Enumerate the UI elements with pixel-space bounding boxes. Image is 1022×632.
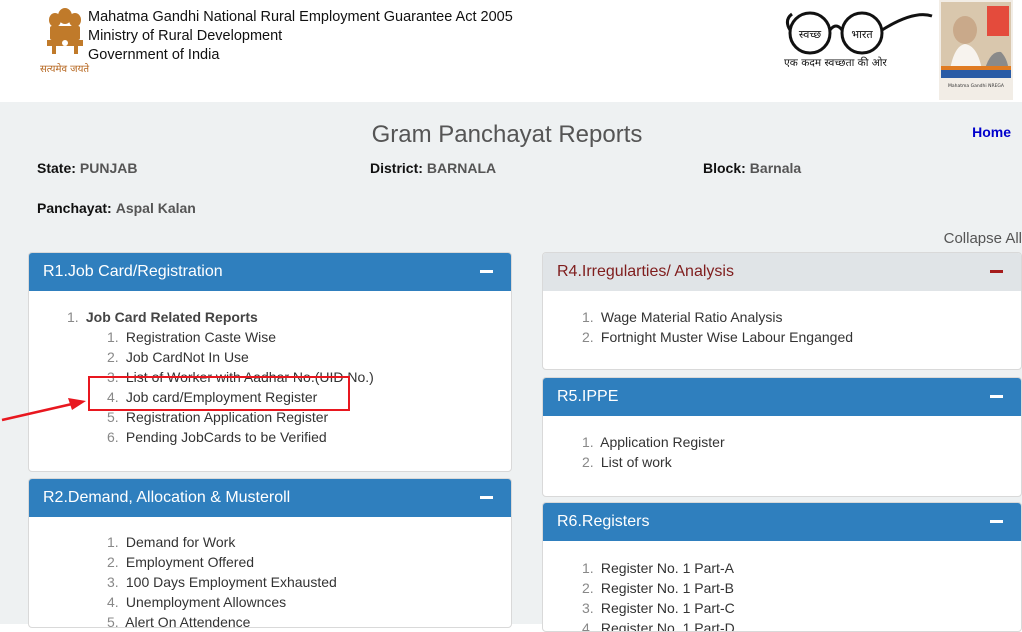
report-link[interactable]: Register No. 1 Part-D	[601, 620, 735, 631]
collapse-all-button[interactable]: Collapse All	[944, 230, 1022, 247]
list-item[interactable]: 1. Demand for Work	[107, 532, 337, 552]
report-link[interactable]: Pending JobCards to be Verified	[126, 429, 327, 445]
ministry-name: Ministry of Rural Development	[88, 28, 283, 44]
list-item[interactable]: 1. Registration Caste Wise	[107, 327, 374, 347]
group-title: Job Card Related Reports	[85, 309, 258, 325]
report-link[interactable]: Alert On Attendence	[125, 614, 250, 627]
collapse-minus-icon[interactable]	[990, 395, 1003, 398]
logo-caption: Mahatma Gandhi NREGA	[948, 83, 1005, 89]
panel-r6-registers: R6.Registers 1. Register No. 1 Part-A 2.…	[542, 502, 1022, 632]
panel-r2-title: R2.Demand, Allocation & Musteroll	[43, 489, 291, 506]
list-item[interactable]: 3. Register No. 1 Part-C	[582, 598, 735, 618]
report-link[interactable]: 100 Days Employment Exhausted	[126, 574, 337, 590]
panel-r4-irregularities: R4.Irregularties/ Analysis 1. Wage Mater…	[542, 252, 1022, 370]
site-header: सत्यमेव जयते Mahatma Gandhi National Rur…	[0, 0, 1022, 102]
panchayat-info: Panchayat: Aspal Kalan	[37, 200, 196, 216]
state-info: State: PUNJAB	[37, 160, 137, 176]
swachh-text: स्वच्छ	[799, 28, 821, 41]
block-label: Block:	[703, 160, 746, 176]
state-label: State:	[37, 160, 76, 176]
panel-r6-title: R6.Registers	[557, 513, 650, 530]
government-name: Government of India	[88, 47, 220, 63]
list-item[interactable]: 1. Wage Material Ratio Analysis	[582, 307, 853, 327]
report-link[interactable]: List of work	[601, 454, 672, 470]
red-arrow-icon	[1, 398, 86, 422]
report-link[interactable]: Application Register	[600, 434, 725, 450]
list-item[interactable]: 6. Pending JobCards to be Verified	[107, 427, 374, 447]
district-value: BARNALA	[426, 160, 497, 176]
panel-r1-job-card: R1.Job Card/Registration 1. Job Card Rel…	[28, 252, 512, 472]
report-link[interactable]: Register No. 1 Part-A	[601, 560, 734, 576]
report-link[interactable]: Employment Offered	[126, 554, 254, 570]
report-link[interactable]: Demand for Work	[126, 534, 235, 550]
report-link[interactable]: Register No. 1 Part-B	[601, 580, 734, 596]
report-link[interactable]: Fortnight Muster Wise Labour Enganged	[601, 329, 853, 345]
panel-r5-header[interactable]: R5.IPPE	[543, 378, 1021, 416]
highlight-box	[88, 376, 350, 411]
r6-report-list: 1. Register No. 1 Part-A 2. Register No.…	[582, 558, 735, 631]
list-item[interactable]: 2. Job CardNot In Use	[107, 347, 374, 367]
report-link[interactable]: Unemployment Allownces	[126, 594, 286, 610]
swachh-caption: एक कदम स्वच्छता की ओर	[784, 57, 887, 69]
report-link[interactable]: Wage Material Ratio Analysis	[601, 309, 783, 325]
list-item[interactable]: 1. Application Register	[582, 432, 725, 452]
report-link[interactable]: Registration Application Register	[126, 409, 328, 425]
collapse-minus-icon[interactable]	[480, 496, 493, 499]
list-item[interactable]: 4. Unemployment Allownces	[107, 592, 337, 612]
mgnrega-logo-icon: Mahatma Gandhi NREGA	[939, 0, 1013, 100]
district-label: District:	[370, 160, 423, 176]
panel-r6-header[interactable]: R6.Registers	[543, 503, 1021, 541]
r2-report-list: 1. Demand for Work 2. Employment Offered…	[107, 532, 337, 627]
list-item[interactable]: 4. Register No. 1 Part-D	[582, 618, 735, 631]
block-info: Block: Barnala	[703, 160, 801, 176]
collapse-minus-icon[interactable]	[990, 270, 1003, 273]
panel-r4-header[interactable]: R4.Irregularties/ Analysis	[543, 253, 1021, 291]
r4-report-list: 1. Wage Material Ratio Analysis 2. Fortn…	[582, 307, 853, 347]
collapse-minus-icon[interactable]	[480, 270, 493, 273]
list-item[interactable]: 3. 100 Days Employment Exhausted	[107, 572, 337, 592]
list-item[interactable]: 2. Employment Offered	[107, 552, 337, 572]
panel-r1-header[interactable]: R1.Job Card/Registration	[29, 253, 511, 291]
act-name: Mahatma Gandhi National Rural Employment…	[88, 9, 513, 25]
panel-r2-demand: R2.Demand, Allocation & Musteroll 1. Dem…	[28, 478, 512, 628]
panchayat-value: Aspal Kalan	[115, 200, 196, 216]
page-title: Gram Panchayat Reports	[371, 121, 643, 148]
home-link[interactable]: Home	[972, 124, 1011, 140]
bharat-text: भारत	[851, 28, 873, 41]
list-item[interactable]: 2. Register No. 1 Part-B	[582, 578, 735, 598]
block-value: Barnala	[749, 160, 802, 176]
state-value: PUNJAB	[79, 160, 138, 176]
panel-r5-title: R5.IPPE	[557, 388, 619, 405]
panchayat-label: Panchayat:	[37, 200, 112, 216]
panel-r5-ippe: R5.IPPE 1. Application Register 2. List …	[542, 377, 1022, 497]
swachh-bharat-logo-icon: स्वच्छ भारत	[785, 11, 933, 55]
report-link[interactable]: Registration Caste Wise	[126, 329, 276, 345]
list-item[interactable]: 2. List of work	[582, 452, 725, 472]
list-item[interactable]: 5. Alert On Attendence	[107, 612, 337, 627]
panel-r4-title: R4.Irregularties/ Analysis	[557, 263, 734, 280]
panel-r1-title: R1.Job Card/Registration	[43, 263, 223, 280]
list-item[interactable]: 1. Register No. 1 Part-A	[582, 558, 735, 578]
district-info: District: BARNALA	[370, 160, 496, 176]
report-link[interactable]: Register No. 1 Part-C	[601, 600, 735, 616]
r5-report-list: 1. Application Register 2. List of work	[582, 432, 725, 472]
list-item[interactable]: 2. Fortnight Muster Wise Labour Enganged	[582, 327, 853, 347]
collapse-minus-icon[interactable]	[990, 520, 1003, 523]
panel-r2-header[interactable]: R2.Demand, Allocation & Musteroll	[29, 479, 511, 517]
emblem-caption: सत्यमेव जयते	[40, 64, 90, 75]
report-link[interactable]: Job CardNot In Use	[126, 349, 249, 365]
government-title-block: Mahatma Gandhi National Rural Employment…	[88, 8, 513, 65]
